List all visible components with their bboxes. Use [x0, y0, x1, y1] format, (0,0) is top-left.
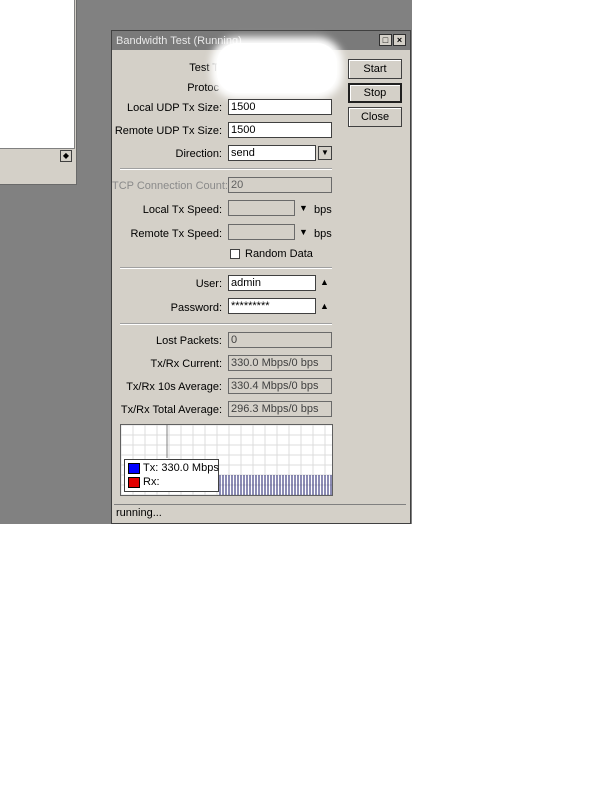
remote-udp-tx-size-field[interactable]: 1500 — [228, 122, 332, 138]
random-data-checkbox[interactable] — [230, 249, 240, 259]
separator — [120, 323, 332, 325]
remote-tx-speed-dropdown-icon[interactable]: ▼ — [299, 227, 308, 237]
horizontal-scrollbar[interactable]: ◆ — [0, 150, 74, 162]
direction-dropdown-icon[interactable]: ▼ — [318, 146, 332, 160]
test-to-label: Test T — [189, 62, 219, 74]
rx-swatch — [128, 477, 140, 488]
tx-rx-10s-average-field: 330.4 Mbps/0 bps — [228, 378, 332, 394]
remote-tx-speed-label: Remote Tx Speed: — [130, 228, 222, 240]
traffic-graph: Tx: 330.0 Mbps Rx: — [120, 424, 333, 496]
status-bar: running... — [114, 504, 406, 520]
local-tx-speed-label: Local Tx Speed: — [142, 204, 222, 216]
stop-button[interactable]: Stop — [348, 83, 402, 103]
random-data-label: Random Data — [245, 248, 313, 260]
window-title: Bandwidth Test (Running) — [116, 35, 242, 47]
maximize-icon[interactable]: □ — [379, 34, 392, 46]
tx-swatch — [128, 463, 140, 474]
legend-tx: Tx: 330.0 Mbps — [143, 462, 219, 474]
scroll-right-icon[interactable]: ◆ — [60, 150, 72, 162]
local-tx-speed-unit: bps — [314, 204, 332, 216]
bandwidth-test-dialog: Bandwidth Test (Running) □ × Test T Prot… — [111, 30, 411, 524]
local-udp-tx-size-label: Local UDP Tx Size: — [127, 102, 222, 114]
close-icon[interactable]: × — [393, 34, 406, 46]
tx-rx-total-average-field: 296.3 Mbps/0 bps — [228, 401, 332, 417]
user-field[interactable]: admin — [228, 275, 316, 291]
redaction-blur — [217, 43, 337, 93]
background-window-content — [0, 0, 75, 149]
separator — [120, 267, 332, 269]
background-window: ◆ — [0, 0, 77, 185]
local-tx-speed-field[interactable] — [228, 200, 295, 216]
password-label: Password: — [170, 302, 222, 314]
tcp-connection-count-field: 20 — [228, 177, 332, 193]
tx-rx-10s-average-label: Tx/Rx 10s Average: — [126, 381, 222, 393]
password-field[interactable]: ********* — [228, 298, 316, 314]
remote-tx-speed-unit: bps — [314, 228, 332, 240]
password-collapse-icon[interactable]: ▲ — [320, 301, 329, 311]
user-collapse-icon[interactable]: ▲ — [320, 277, 329, 287]
local-tx-speed-dropdown-icon[interactable]: ▼ — [299, 203, 308, 213]
legend-rx: Rx: — [143, 476, 160, 488]
separator — [120, 168, 332, 170]
protocol-label: Protoc — [187, 82, 219, 94]
close-button[interactable]: Close — [348, 107, 402, 127]
remote-udp-tx-size-label: Remote UDP Tx Size: — [114, 125, 222, 137]
tx-rx-current-label: Tx/Rx Current: — [150, 358, 222, 370]
graph-legend: Tx: 330.0 Mbps Rx: — [124, 459, 219, 492]
lost-packets-label: Lost Packets: — [155, 335, 222, 347]
direction-label: Direction: — [175, 148, 222, 160]
tx-rx-total-average-label: Tx/Rx Total Average: — [120, 404, 222, 416]
start-button[interactable]: Start — [348, 59, 402, 79]
remote-tx-speed-field[interactable] — [228, 224, 295, 240]
lost-packets-field: 0 — [228, 332, 332, 348]
local-udp-tx-size-field[interactable]: 1500 — [228, 99, 332, 115]
user-label: User: — [195, 278, 222, 290]
direction-select[interactable]: send — [228, 145, 316, 161]
tx-rx-current-field: 330.0 Mbps/0 bps — [228, 355, 332, 371]
tcp-connection-count-label: TCP Connection Count: — [112, 180, 228, 192]
